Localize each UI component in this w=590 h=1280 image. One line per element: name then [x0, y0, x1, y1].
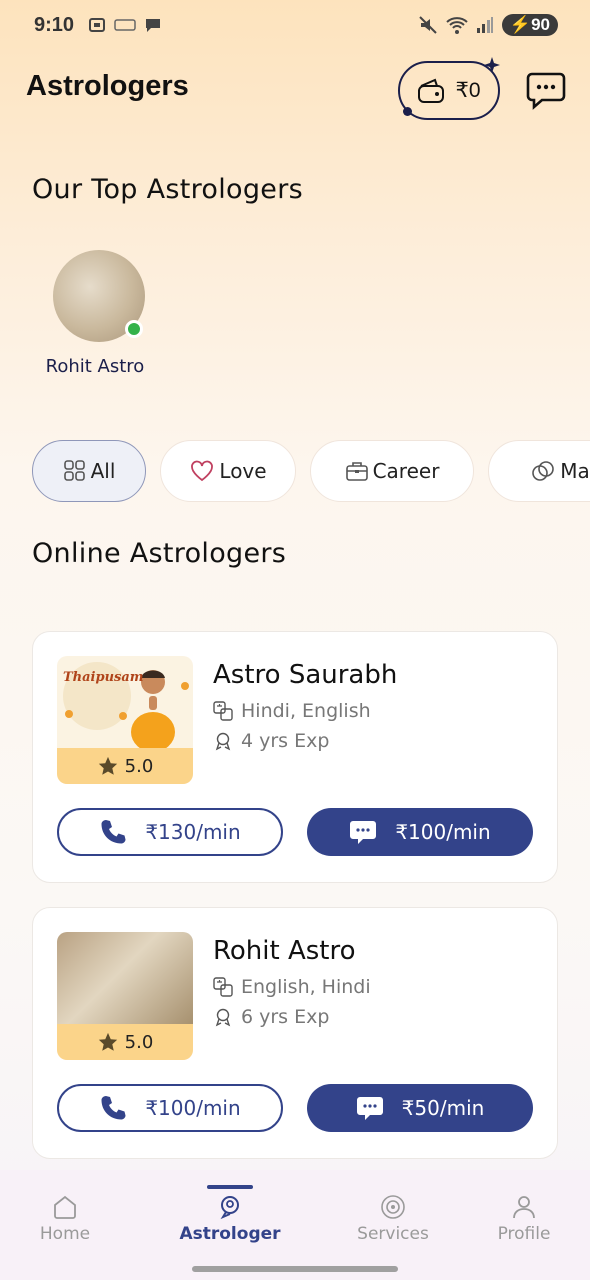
- chat-button[interactable]: ₹100/min: [307, 808, 533, 856]
- chip-label: Love: [219, 459, 267, 483]
- chip-label: All: [90, 459, 116, 483]
- online-status-dot: [125, 320, 143, 338]
- astrologer-experience: 6 yrs Exp: [241, 1006, 330, 1028]
- astrologer-photo-blurred: [57, 932, 193, 1024]
- chip-marriage[interactable]: Marr: [488, 440, 590, 502]
- services-icon: [381, 1195, 405, 1219]
- home-gesture-bar[interactable]: [192, 1266, 398, 1272]
- languages-row: Hindi, English: [213, 700, 371, 722]
- chip-label: Career: [372, 459, 440, 483]
- award-icon: [215, 1008, 231, 1027]
- online-astrologers-title: Online Astrologers: [32, 538, 287, 569]
- heart-icon: [191, 460, 214, 482]
- home-icon: [54, 1195, 76, 1219]
- award-icon: [215, 732, 231, 751]
- chip-label: Marr: [560, 459, 590, 483]
- call-button[interactable]: ₹100/min: [57, 1084, 283, 1132]
- call-price: ₹100/min: [145, 1096, 241, 1120]
- status-bar: 9:10 ⚡90: [0, 0, 590, 56]
- call-button[interactable]: ₹130/min: [57, 808, 283, 856]
- chat-inbox-button[interactable]: [526, 70, 566, 110]
- page-title: Astrologers: [26, 70, 189, 102]
- status-system-icons: ⚡90: [418, 14, 558, 36]
- nav-services[interactable]: Services: [333, 1194, 453, 1244]
- thaipusam-poster: Thaipusam: [57, 656, 193, 752]
- chip-career[interactable]: Career: [310, 440, 474, 502]
- astrologer-name: Astro Saurabh: [213, 660, 398, 690]
- nav-label: Astrologer: [179, 1224, 281, 1244]
- star-icon: [98, 756, 117, 775]
- sparkle-icon: [484, 57, 500, 73]
- status-notification-icons: [88, 16, 162, 34]
- category-chips: All Love Career Marr: [32, 440, 590, 502]
- astrologer-languages: English, Hindi: [241, 976, 371, 998]
- nav-label: Profile: [497, 1224, 551, 1244]
- mute-icon: [419, 16, 437, 34]
- nav-label: Home: [39, 1224, 91, 1244]
- rating-value: 5.0: [124, 1031, 154, 1053]
- astrologer-photo: 5.0: [57, 932, 193, 1060]
- rating-badge: 5.0: [57, 748, 193, 784]
- battery-indicator: ⚡90: [501, 14, 558, 36]
- experience-row: 6 yrs Exp: [213, 1006, 329, 1028]
- message-notification-icon: [146, 19, 160, 32]
- chat-button[interactable]: ₹50/min: [307, 1084, 533, 1132]
- chat-bubble-icon: [526, 72, 566, 110]
- nav-astrologer[interactable]: Astrologer: [170, 1194, 290, 1244]
- rating-badge: 5.0: [57, 1024, 193, 1060]
- astrologer-languages: Hindi, English: [241, 700, 371, 722]
- language-icon: [213, 701, 233, 721]
- status-time: 9:10: [34, 14, 75, 36]
- profile-icon: [513, 1196, 535, 1219]
- top-astrologer-item[interactable]: Rohit Astro: [44, 250, 154, 377]
- active-tab-indicator: [207, 1185, 253, 1189]
- astrologer-card[interactable]: 5.0 Rohit Astro English, Hindi 6 yrs Exp…: [32, 907, 558, 1159]
- chat-price: ₹50/min: [401, 1096, 485, 1120]
- chat-icon: [356, 1097, 383, 1120]
- astrologer-card[interactable]: Thaipusam 5.0 Astro Saurabh Hindi, Engli…: [32, 631, 558, 883]
- top-astrologer-name: Rohit Astro: [45, 356, 145, 377]
- nav-profile[interactable]: Profile: [464, 1194, 584, 1244]
- wallet-icon: [418, 78, 445, 103]
- avatar: [53, 250, 145, 342]
- top-astrologers-title: Our Top Astrologers: [32, 174, 303, 205]
- nav-label: Services: [357, 1224, 429, 1244]
- wifi-icon: [446, 17, 468, 34]
- wallet-button[interactable]: ₹0: [398, 57, 500, 120]
- chip-love[interactable]: Love: [160, 440, 296, 502]
- wallet-dot: [403, 107, 412, 116]
- briefcase-icon: [345, 462, 368, 481]
- bottom-nav: Home Astrologer Services Profile: [0, 1170, 590, 1280]
- astrologer-photo: Thaipusam 5.0: [57, 656, 193, 784]
- phone-icon: [101, 820, 126, 844]
- call-price: ₹130/min: [145, 820, 241, 844]
- phone-icon: [101, 1096, 126, 1120]
- rating-value: 5.0: [124, 755, 154, 777]
- rings-icon: [532, 461, 554, 481]
- languages-row: English, Hindi: [213, 976, 371, 998]
- signal-icon: [476, 17, 493, 33]
- chat-icon: [350, 821, 377, 844]
- wallet-amount: ₹0: [455, 79, 481, 102]
- grid-icon: [63, 460, 85, 481]
- paytm-icon: [114, 19, 136, 31]
- chat-price: ₹100/min: [395, 820, 491, 844]
- screenshot-icon: [89, 18, 105, 32]
- battery-level: 90: [531, 15, 550, 34]
- chip-all[interactable]: All: [32, 440, 146, 502]
- poster-text: Thaipusam: [63, 670, 144, 685]
- astrologer-icon: [220, 1196, 239, 1220]
- nav-home[interactable]: Home: [5, 1194, 125, 1244]
- astrologer-experience: 4 yrs Exp: [241, 730, 330, 752]
- star-icon: [98, 1032, 117, 1051]
- experience-row: 4 yrs Exp: [213, 730, 329, 752]
- language-icon: [213, 977, 233, 997]
- astrologer-name: Rohit Astro: [213, 936, 356, 966]
